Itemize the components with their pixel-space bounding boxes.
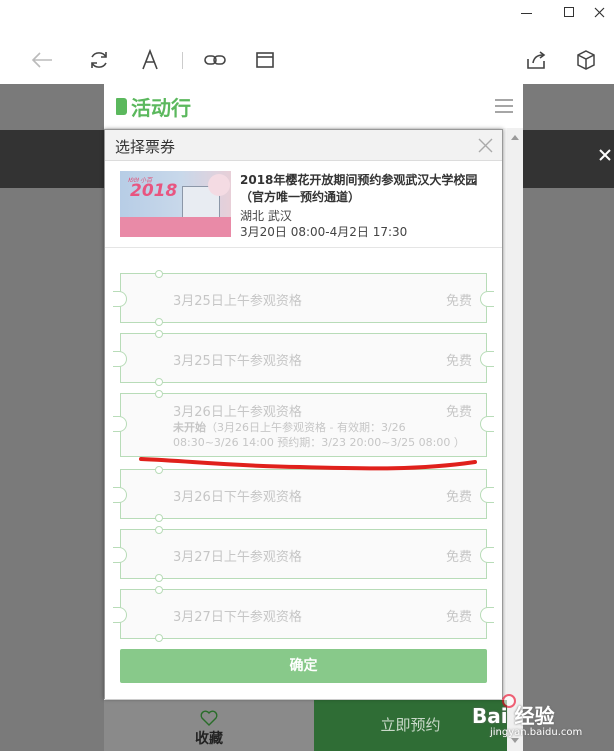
watermark-text: Bai 经验	[472, 704, 555, 728]
red-underline-annotation	[139, 457, 477, 471]
baidu-watermark: Bai 经验 jingyan.baidu.com	[470, 694, 610, 744]
watermark-url: jingyan.baidu.com	[490, 727, 583, 738]
